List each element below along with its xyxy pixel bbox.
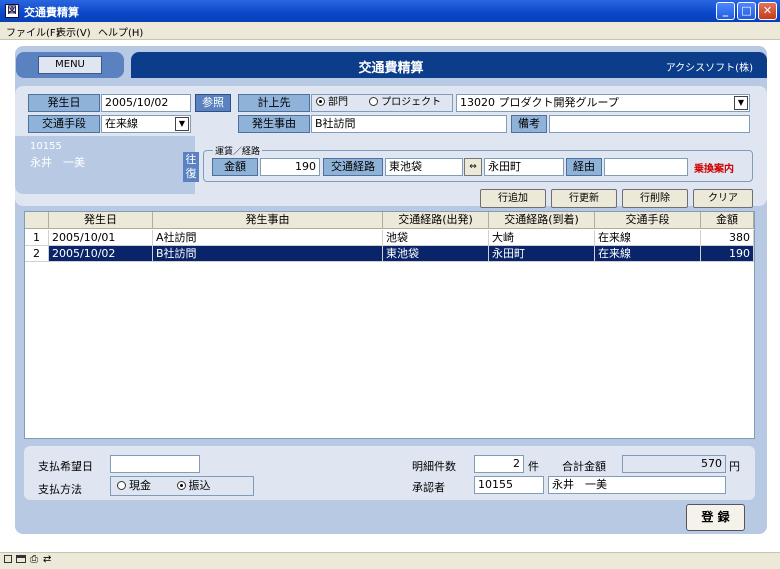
- radio-project[interactable]: プロジェクト: [369, 97, 441, 108]
- date-input[interactable]: 2005/10/02: [101, 94, 191, 112]
- grid-header-amount[interactable]: 金額: [701, 212, 754, 229]
- status-bar: ⎙ ⇄: [0, 552, 780, 569]
- register-button[interactable]: 登 録: [686, 504, 745, 531]
- row-date: 2005/10/02: [49, 246, 153, 262]
- detail-grid[interactable]: 発生日 発生事由 交通経路(出発) 交通経路(到着) 交通手段 金額 1 200…: [24, 211, 755, 439]
- row-amount: 380: [701, 230, 754, 246]
- row-transport: 在来線: [595, 246, 701, 262]
- radio-dept-icon: [316, 97, 325, 106]
- status-print-icon: ⎙: [30, 554, 38, 565]
- row-from: 東池袋: [383, 246, 489, 262]
- row-reason: A社訪問: [153, 230, 383, 246]
- pay-date-label: 支払希望日: [38, 460, 93, 473]
- radio-transfer[interactable]: 振込: [176, 479, 211, 492]
- grid-header-to[interactable]: 交通経路(到着): [489, 212, 595, 229]
- total-unit: 円: [729, 460, 740, 473]
- date-label: 発生日: [28, 94, 100, 112]
- menu-file[interactable]: ファイル(F): [6, 24, 60, 39]
- radio-cash-icon: [117, 481, 126, 490]
- grid-header-transport[interactable]: 交通手段: [595, 212, 701, 229]
- post-label: 計上先: [238, 94, 310, 112]
- minimize-button[interactable]: _: [716, 2, 735, 20]
- row-index: 2: [25, 246, 49, 262]
- approver-id-input[interactable]: 10155: [474, 476, 544, 494]
- fare-group-label: 運賃／経路: [213, 144, 263, 157]
- grid-header-from[interactable]: 交通経路(出発): [383, 212, 489, 229]
- menu-button-frame: MENU: [16, 52, 124, 78]
- total-value: 570: [622, 455, 726, 473]
- pay-method-label: 支払方法: [38, 483, 82, 496]
- menu-button[interactable]: MENU: [38, 56, 102, 74]
- route-label: 交通経路: [323, 158, 383, 176]
- radio-transfer-icon: [176, 481, 186, 490]
- add-row-button[interactable]: 行追加: [480, 189, 546, 208]
- reference-button[interactable]: 参照: [195, 94, 231, 112]
- route-from-input[interactable]: 東池袋: [385, 158, 463, 176]
- transfer-guide-link[interactable]: 乗換案内: [694, 160, 734, 175]
- count-label: 明細件数: [412, 460, 456, 473]
- company-name: アクシスソフト(株): [665, 63, 753, 74]
- row-index: 1: [25, 230, 49, 246]
- pay-method-radio-group: 現金 振込: [110, 476, 254, 496]
- radio-cash[interactable]: 現金: [117, 479, 151, 492]
- note-input[interactable]: [549, 115, 750, 133]
- approver-label: 承認者: [412, 481, 445, 494]
- grid-header-index: [25, 212, 49, 229]
- pay-date-input[interactable]: [110, 455, 200, 473]
- close-button[interactable]: ✕: [758, 2, 777, 20]
- row-amount: 190: [701, 246, 754, 262]
- maximize-button[interactable]: □: [737, 2, 756, 20]
- grid-header-reason[interactable]: 発生事由: [153, 212, 383, 229]
- radio-project-icon: [369, 97, 379, 106]
- transport-label: 交通手段: [28, 115, 100, 133]
- status-window-icon: [16, 555, 26, 563]
- employee-id: 10155: [30, 141, 62, 152]
- transport-dropdown-icon[interactable]: ▼: [175, 117, 189, 131]
- post-select[interactable]: 13020 プロダクト開発グループ: [456, 94, 750, 112]
- table-row-selected[interactable]: 2 2005/10/02 B社訪問 東池袋 永田町 在来線 190: [25, 246, 754, 262]
- count-value: 2: [474, 455, 524, 473]
- status-page-icon: [4, 555, 12, 563]
- page-banner: 交通費精算 アクシスソフト(株): [131, 52, 767, 78]
- employee-name: 永井 一美: [30, 156, 85, 169]
- total-label: 合計金額: [562, 460, 606, 473]
- amount-label: 金額: [212, 158, 258, 176]
- row-transport: 在来線: [595, 230, 701, 246]
- swap-route-button[interactable]: ⇔: [464, 158, 482, 176]
- row-from: 池袋: [383, 230, 489, 246]
- menu-help[interactable]: ヘルプ(H): [98, 24, 143, 39]
- approver-name-input[interactable]: 永井 一美: [548, 476, 726, 494]
- radio-dept[interactable]: 部門: [316, 97, 348, 108]
- update-row-button[interactable]: 行更新: [551, 189, 617, 208]
- via-label: 経由: [566, 158, 602, 176]
- note-label: 備考: [511, 115, 547, 133]
- amount-input[interactable]: 190: [260, 158, 320, 176]
- row-date: 2005/10/01: [49, 230, 153, 246]
- table-row[interactable]: 1 2005/10/01 A社訪問 池袋 大崎 在来線 380: [25, 230, 754, 246]
- page-title: 交通費精算: [358, 61, 424, 76]
- menu-bar: ファイル(F) 表示(V) ヘルプ(H): [0, 22, 780, 40]
- row-to: 大崎: [489, 230, 595, 246]
- app-icon: 図: [5, 4, 19, 18]
- count-unit: 件: [528, 460, 539, 473]
- menu-view[interactable]: 表示(V): [56, 24, 91, 39]
- row-reason: B社訪問: [153, 246, 383, 262]
- status-sync-icon: ⇄: [43, 554, 52, 565]
- route-to-input[interactable]: 永田町: [484, 158, 564, 176]
- clear-button[interactable]: クリア: [693, 189, 753, 208]
- row-to: 永田町: [489, 246, 595, 262]
- via-input[interactable]: [604, 158, 688, 176]
- title-bar[interactable]: 図 交通費精算 _ □ ✕: [0, 0, 780, 22]
- grid-header-date[interactable]: 発生日: [49, 212, 153, 229]
- window-title: 交通費精算: [24, 6, 79, 19]
- delete-row-button[interactable]: 行削除: [622, 189, 688, 208]
- reason-label: 発生事由: [238, 115, 310, 133]
- reason-input[interactable]: B社訪問: [311, 115, 507, 133]
- post-radio-group: 部門 プロジェクト: [311, 94, 453, 112]
- roundtrip-toggle[interactable]: 往 復: [183, 152, 199, 182]
- post-dropdown-icon[interactable]: ▼: [734, 96, 748, 110]
